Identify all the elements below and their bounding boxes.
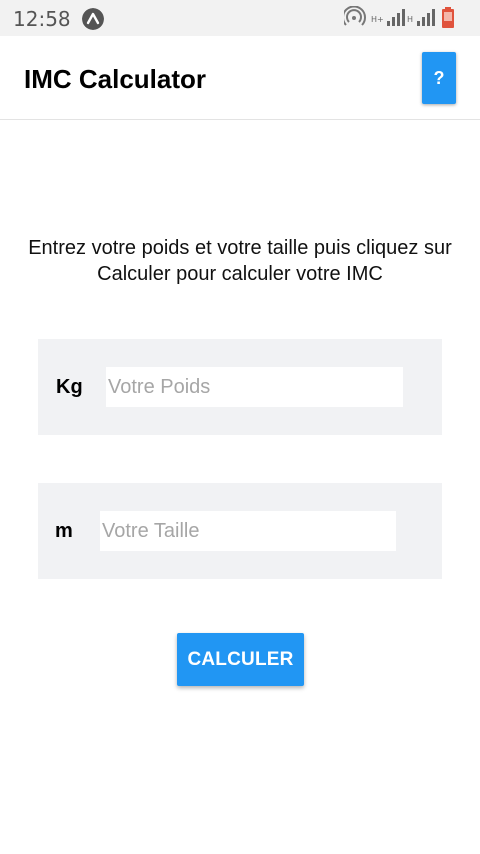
status-time: 12:58	[13, 7, 71, 31]
app-title: IMC Calculator	[24, 64, 207, 94]
calculate-button[interactable]: CALCULER	[177, 633, 304, 686]
status-bar: 12:58 H+ H	[0, 0, 480, 36]
height-input[interactable]	[100, 511, 396, 551]
height-unit-label: m	[55, 520, 73, 542]
network-label-h: H	[407, 15, 413, 24]
battery-icon	[442, 7, 454, 28]
status-icons: H+ H	[344, 6, 454, 28]
signal-icon	[387, 9, 405, 26]
signal-icon	[417, 9, 435, 26]
help-button[interactable]: ?	[422, 52, 456, 104]
network-label-hplus: H+	[371, 15, 384, 24]
hotspot-icon	[344, 6, 366, 26]
weight-input[interactable]	[106, 367, 403, 407]
app-bar: IMC Calculator ?	[0, 36, 480, 120]
weight-unit-label: Kg	[56, 376, 83, 398]
weight-field-card: Kg	[38, 339, 442, 435]
instructions-text: Entrez votre poids et votre taille puis …	[28, 237, 452, 285]
height-field-card: m	[38, 483, 442, 579]
notification-a-icon	[82, 8, 104, 30]
